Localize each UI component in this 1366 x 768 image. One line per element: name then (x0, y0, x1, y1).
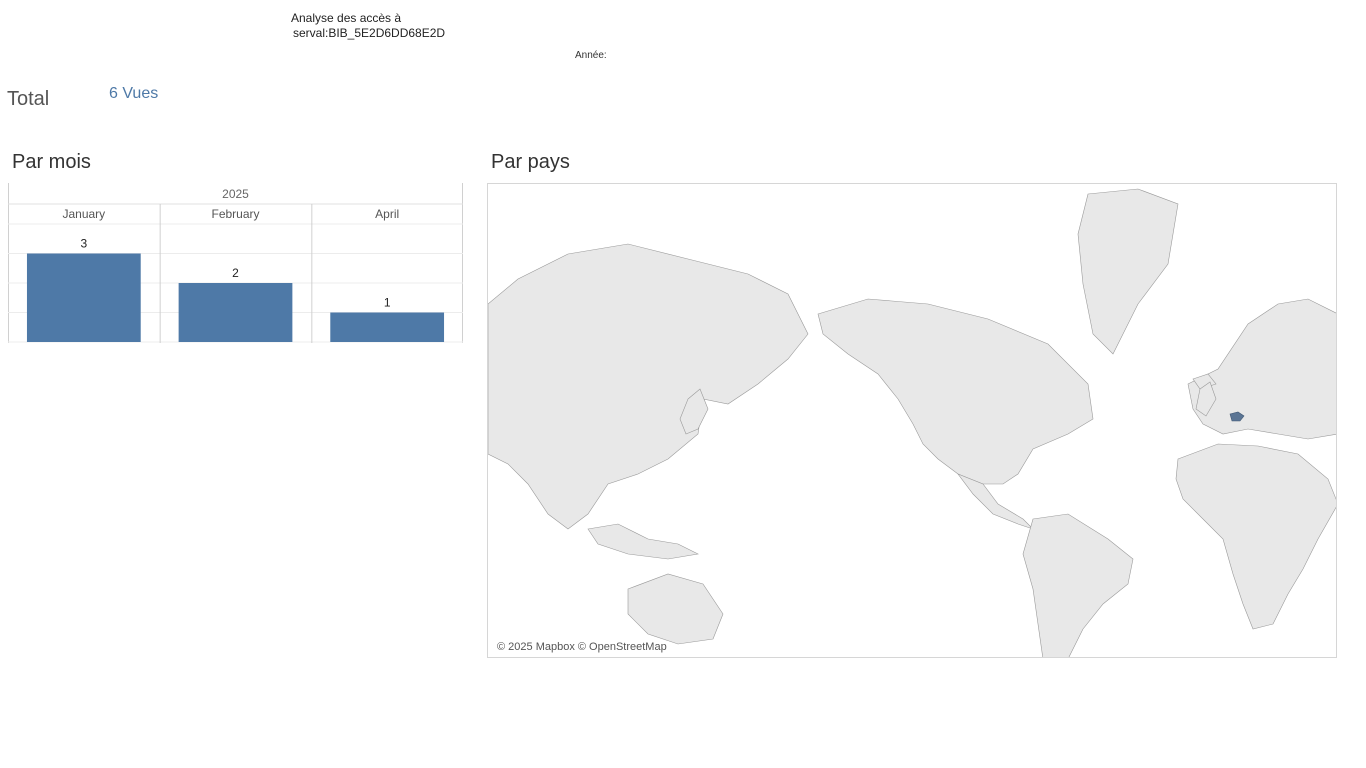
map-attribution[interactable]: © 2025 Mapbox © OpenStreetMap (495, 641, 669, 653)
map-land-sea-islands (587, 523, 699, 560)
map-land-north-america (817, 298, 1094, 485)
chart-bar[interactable] (26, 253, 141, 343)
total-label: Total (7, 88, 50, 110)
chart-category-label: January (62, 207, 105, 221)
chart-data-label: 2 (232, 266, 239, 280)
chart-group-label: 2025 (222, 187, 249, 201)
report-title: Analyse des accès à serval:BIB_5E2D6DD68… (291, 11, 445, 41)
section-title-by-country: Par pays (491, 151, 570, 173)
monthly-bar-chart[interactable]: 2025 January 3 February 2 April 1 (8, 183, 463, 343)
map-land-europe (1187, 298, 1336, 440)
chart-bar[interactable] (330, 312, 445, 343)
map-land-australia (627, 573, 724, 645)
map-land-asia (488, 243, 809, 530)
total-views-value[interactable]: 6 Vues (109, 85, 158, 103)
chart-bar[interactable] (178, 283, 293, 342)
map-land-south-america (1022, 513, 1134, 657)
section-title-by-month: Par mois (12, 151, 91, 173)
map-land-africa (1175, 443, 1336, 630)
report-title-line1: Analyse des accès à (291, 11, 402, 25)
world-map-svg[interactable] (488, 184, 1337, 658)
chart-category-label: April (375, 207, 399, 221)
year-filter-label[interactable]: Année: (575, 50, 607, 61)
report-title-line2: serval:BIB_5E2D6DD68E2D (293, 26, 446, 40)
map-land-greenland (1077, 188, 1179, 355)
world-map[interactable]: © 2025 Mapbox © OpenStreetMap (487, 183, 1337, 658)
chart-data-label: 3 (80, 237, 87, 251)
chart-category-label: February (211, 207, 259, 221)
monthly-bar-chart-svg[interactable]: 2025 January 3 February 2 April 1 (8, 183, 463, 343)
chart-data-label: 1 (384, 296, 391, 310)
